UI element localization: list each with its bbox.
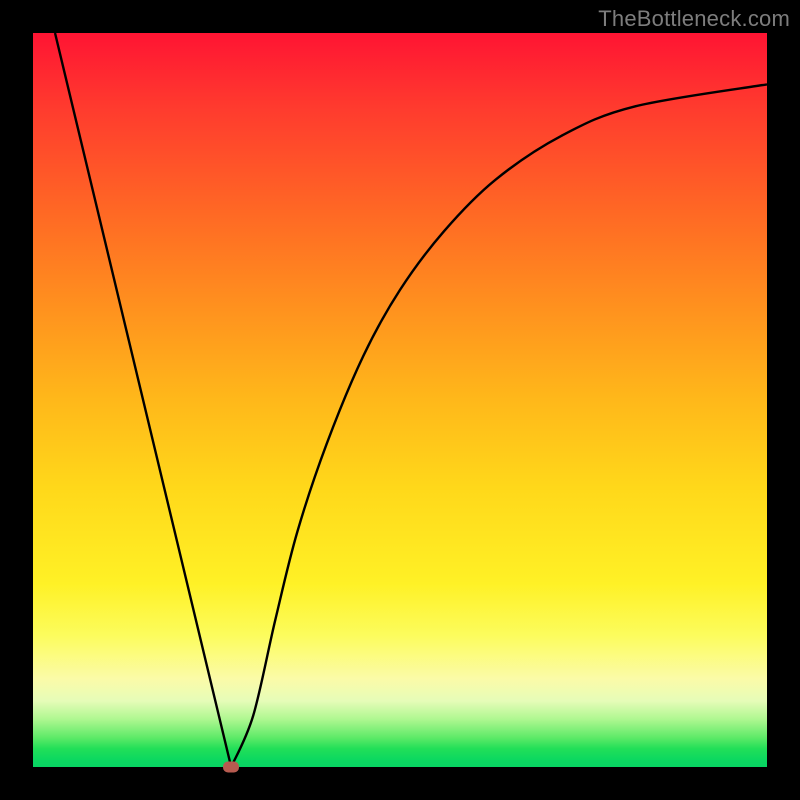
watermark-text: TheBottleneck.com — [598, 6, 790, 32]
curve-path — [55, 33, 767, 767]
bottleneck-curve — [33, 33, 767, 767]
plot-area — [33, 33, 767, 767]
chart-stage: TheBottleneck.com — [0, 0, 800, 800]
optimum-marker — [223, 762, 239, 773]
